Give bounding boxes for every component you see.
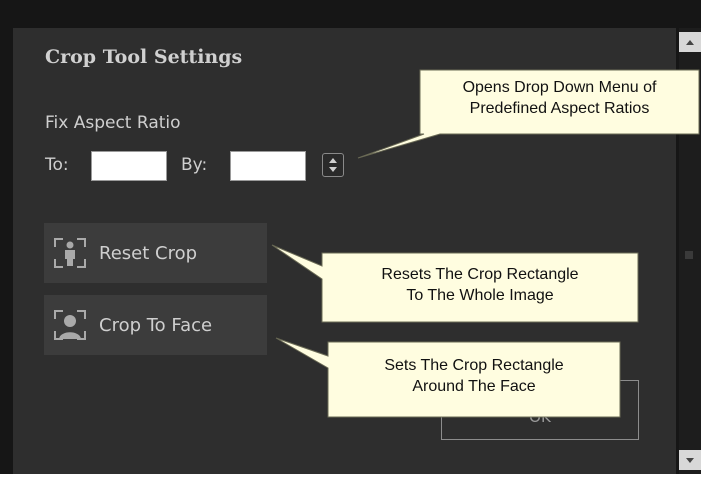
callout-layer: [271, 69, 700, 418]
crop-to-face-callout-text: Sets The Crop Rectangle Around The Face: [328, 355, 620, 397]
reset-crop-callout-text: Resets The Crop Rectangle To The Whole I…: [322, 264, 638, 306]
aspect-callout-line-2: Predefined Aspect Ratios: [469, 100, 650, 117]
aspect-ratio-callout-text: Opens Drop Down Menu of Predefined Aspec…: [420, 77, 699, 119]
aspect-callout-line-1: Opens Drop Down Menu of: [462, 79, 657, 96]
face-callout-line-1: Sets The Crop Rectangle: [384, 357, 564, 374]
face-callout-line-2: Around The Face: [412, 378, 536, 395]
reset-callout-line-2: To The Whole Image: [406, 287, 554, 304]
reset-callout-line-1: Resets The Crop Rectangle: [381, 266, 579, 283]
